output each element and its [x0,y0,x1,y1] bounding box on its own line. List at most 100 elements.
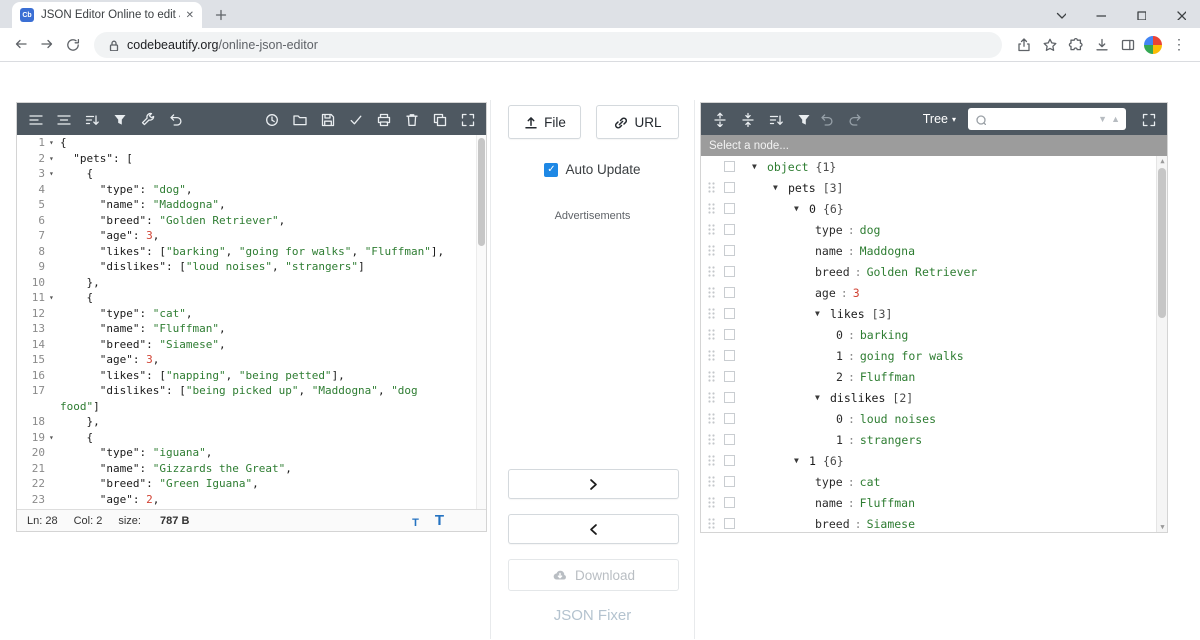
editor-line[interactable]: 11▾ { [17,290,486,306]
node-checkbox[interactable] [724,224,735,235]
code-text[interactable]: "name": "Gizzards the Great", [60,461,486,477]
tree-row[interactable]: type:dog [701,219,1167,240]
drag-handle-icon[interactable] [708,476,715,487]
editor-line[interactable]: 9 "dislikes": ["loud noises", "strangers… [17,259,486,275]
editor-line[interactable]: 17 "dislikes": ["being picked up", "Madd… [17,383,486,414]
extensions-puzzle-icon[interactable] [1062,32,1088,58]
select-node-bar[interactable]: Select a node... [701,135,1167,156]
tree-row[interactable]: ▼object{1} [701,156,1167,177]
node-value[interactable]: Fluffman [860,496,915,510]
drag-handle-icon[interactable] [708,308,715,319]
address-bar[interactable]: codebeautify.org/online-json-editor [94,32,1002,58]
tree-row[interactable]: 2:Fluffman [701,366,1167,387]
tree-scrollbar[interactable]: ▲ ▼ [1156,156,1167,532]
drag-handle-icon[interactable] [708,497,715,508]
collapse-arrow-icon[interactable]: ▼ [794,204,809,213]
collapse-arrow-icon[interactable]: ▼ [815,393,830,402]
tree-row[interactable]: 0:barking [701,324,1167,345]
side-panel-icon[interactable] [1114,32,1140,58]
editor-line[interactable]: 10 }, [17,275,486,291]
code-text[interactable]: "type": "dog", [60,182,486,198]
code-text[interactable]: "likes": ["barking", "going for walks", … [60,244,486,260]
node-value[interactable]: barking [860,328,908,342]
json-code-editor[interactable]: 1▾{2▾ "pets": [3▾ {4 "type": "dog",5 "na… [17,135,486,509]
drag-handle-icon[interactable] [708,434,715,445]
sort-icon[interactable] [83,111,100,128]
font-increase-button[interactable]: T [435,512,444,529]
file-upload-button[interactable]: File [508,105,581,139]
expand-all-icon[interactable] [711,111,728,128]
node-value[interactable]: going for walks [860,349,964,363]
node-checkbox[interactable] [724,392,735,403]
editor-line[interactable]: 6 "breed": "Golden Retriever", [17,213,486,229]
tree-row[interactable]: ▼1{6} [701,450,1167,471]
bookmark-star-icon[interactable] [1036,32,1062,58]
undo-icon[interactable] [167,111,184,128]
drag-handle-icon[interactable] [708,350,715,361]
tree-row[interactable]: type:cat [701,471,1167,492]
code-text[interactable]: "name": "Fluffman", [60,321,486,337]
copy-icon[interactable] [431,111,448,128]
editor-scrollbar[interactable] [476,135,486,509]
code-text[interactable]: "age": 3, [60,228,486,244]
code-text[interactable]: { [60,166,486,182]
filter-icon[interactable] [795,111,812,128]
node-value[interactable]: strangers [860,433,922,447]
tree-row[interactable]: 1:strangers [701,429,1167,450]
editor-line[interactable]: 16 "likes": ["napping", "being petted"], [17,368,486,384]
tab-search-chevron-icon[interactable] [1040,0,1080,28]
history-icon[interactable] [263,111,280,128]
tree-row[interactable]: breed:Siamese [701,513,1167,532]
node-checkbox[interactable] [724,497,735,508]
code-text[interactable]: }, [60,275,486,291]
editor-line[interactable]: 1▾{ [17,135,486,151]
node-checkbox[interactable] [724,329,735,340]
code-text[interactable]: "dislikes": ["loud noises", "strangers"] [60,259,486,275]
node-checkbox[interactable] [724,182,735,193]
code-text[interactable]: "likes": ["napping", "being petted"], [60,368,486,384]
node-checkbox[interactable] [724,266,735,277]
download-button[interactable]: Download [508,559,679,591]
tree-row[interactable]: ▼0{6} [701,198,1167,219]
tree-row[interactable]: ▼pets[3] [701,177,1167,198]
tab-close-icon[interactable]: ✕ [186,10,194,21]
drag-handle-icon[interactable] [708,371,715,382]
share-icon[interactable] [1010,32,1036,58]
editor-line[interactable]: 23 "age": 2, [17,492,486,508]
node-checkbox[interactable] [724,434,735,445]
fold-toggle-icon[interactable]: ▾ [49,135,60,151]
editor-line[interactable]: 3▾ { [17,166,486,182]
tree-row[interactable]: ▼likes[3] [701,303,1167,324]
fold-toggle-icon[interactable]: ▾ [49,290,60,306]
editor-line[interactable]: 13 "name": "Fluffman", [17,321,486,337]
editor-line[interactable]: 15 "age": 3, [17,352,486,368]
transfer-right-button[interactable] [508,469,679,499]
url-load-button[interactable]: URL [596,105,679,139]
format-icon[interactable] [27,111,44,128]
expand-icon[interactable] [459,111,476,128]
drag-handle-icon[interactable] [708,518,715,529]
align-icon[interactable] [55,111,72,128]
code-text[interactable]: "breed": "Golden Retriever", [60,213,486,229]
reload-button[interactable] [60,32,86,58]
search-next-icon[interactable]: ▼ [1096,114,1109,124]
search-prev-icon[interactable]: ▲ [1109,114,1122,124]
code-text[interactable]: "dislikes": ["being picked up", "Maddogn… [60,383,486,414]
editor-line[interactable]: 18 }, [17,414,486,430]
drag-handle-icon[interactable] [708,287,715,298]
node-checkbox[interactable] [724,203,735,214]
code-text[interactable]: "breed": "Green Iguana", [60,476,486,492]
auto-update-checkbox[interactable]: ✓ [544,163,558,177]
node-checkbox[interactable] [724,350,735,361]
editor-line[interactable]: 5 "name": "Maddogna", [17,197,486,213]
fold-toggle-icon[interactable]: ▾ [49,430,60,446]
collapse-arrow-icon[interactable]: ▼ [773,183,788,192]
maximize-button[interactable] [1120,0,1160,28]
drag-handle-icon[interactable] [708,455,715,466]
editor-scrollbar-thumb[interactable] [478,138,485,246]
transfer-left-button[interactable] [508,514,679,544]
node-value[interactable]: dog [860,223,881,237]
font-decrease-button[interactable]: T [412,517,419,529]
editor-line[interactable]: 21 "name": "Gizzards the Great", [17,461,486,477]
tree-row[interactable]: breed:Golden Retriever [701,261,1167,282]
